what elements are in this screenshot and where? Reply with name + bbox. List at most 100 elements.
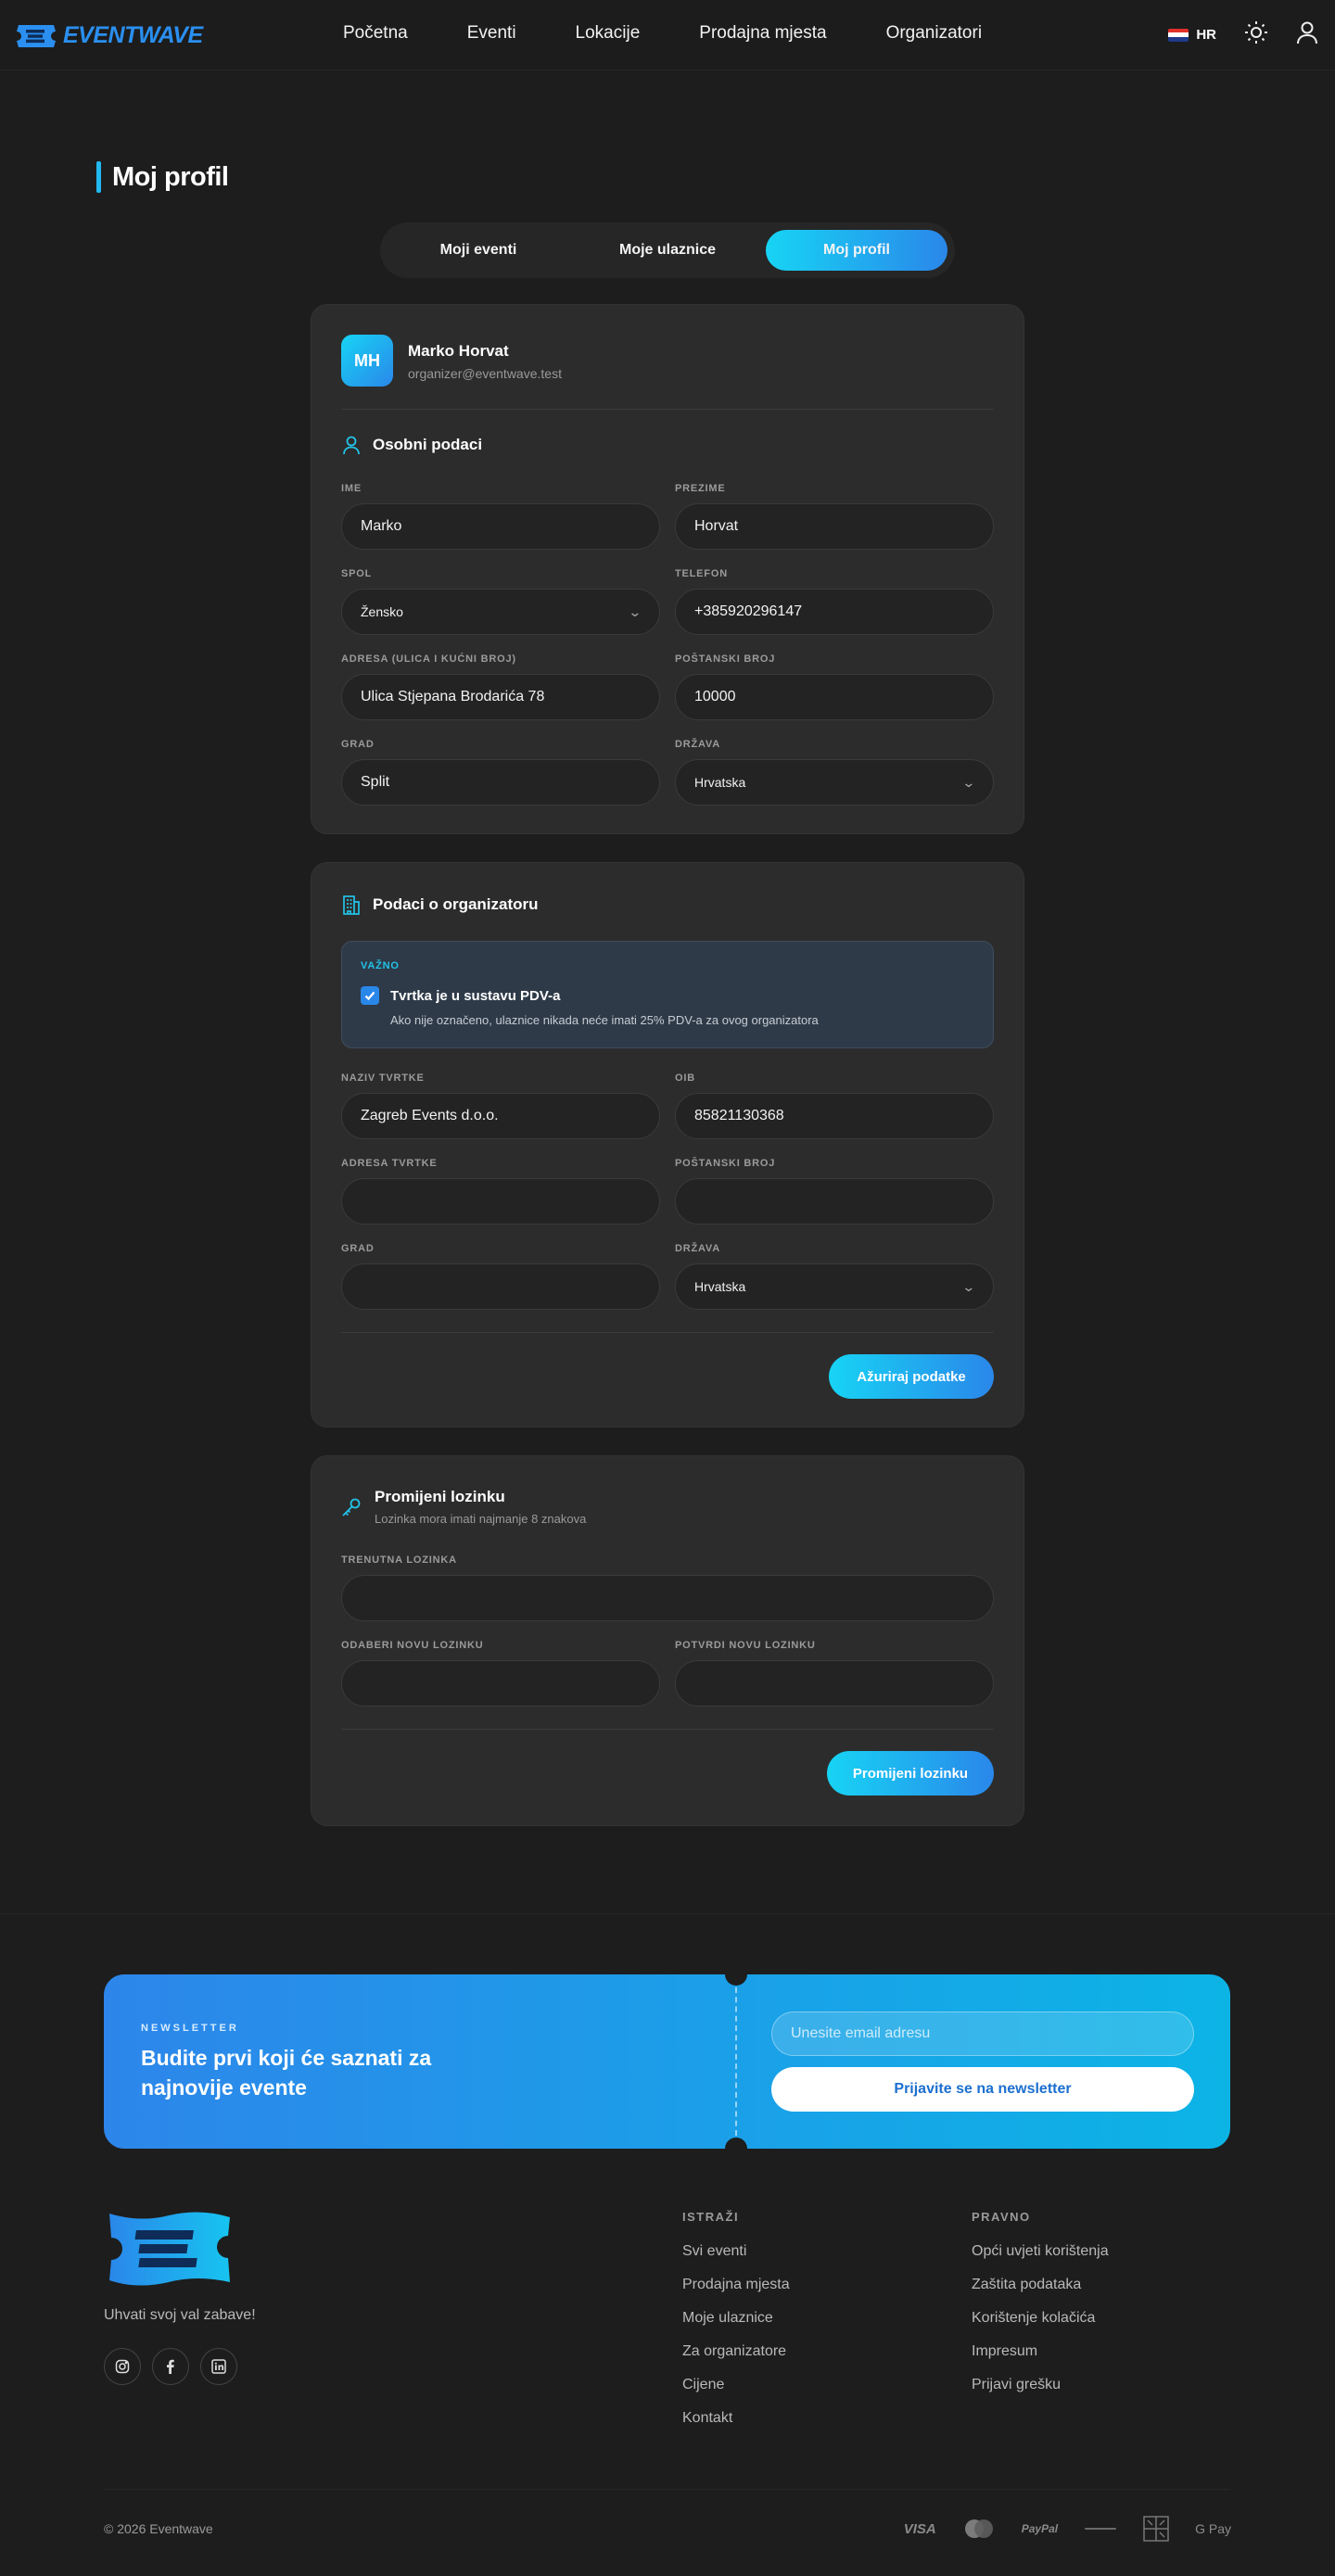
grad-tvrtke-input[interactable] [341,1263,660,1310]
linkedin-icon[interactable] [200,2348,237,2385]
adresa-tvrtke-input[interactable] [341,1178,660,1225]
label-trenutna-lozinka: TRENUTNA LOZINKA [341,1554,457,1566]
label-potvrdi-lozinku: POTVRDI NOVU LOZINKU [675,1640,816,1651]
footer-col-istrazi-title: ISTRAŽI [682,2210,740,2224]
drzava-tvrtke-select[interactable]: Hrvatska ⌄ [675,1263,994,1310]
label-postanski-broj: POŠTANSKI BROJ [675,654,776,665]
spol-value: Žensko [361,604,403,619]
postanski-broj-tvrtke-input[interactable] [675,1178,994,1225]
drzava-value: Hrvatska [694,1279,746,1294]
label-ime: IME [341,483,362,494]
footer-tagline: Uhvati svoj val zabave! [104,2307,256,2323]
footer-logo-icon[interactable] [104,2210,234,2288]
vat-checkbox-label[interactable]: Tvrtka je u sustavu PDV-a [390,988,560,1004]
newsletter-email-input[interactable]: Unesite email adresu [771,2011,1194,2056]
footer-link-impresum[interactable]: Impresum [972,2343,1037,2360]
section-title: Osobni podaci [373,436,483,453]
divider [341,409,994,410]
confirm-password-input[interactable] [675,1660,994,1707]
footer-link-za-organizatore[interactable]: Za organizatore [682,2343,786,2360]
prezime-input[interactable]: Horvat [675,503,994,550]
label-drzava: DRŽAVA [675,1243,720,1254]
footer-link-moje-ulaznice[interactable]: Moje ulaznice [682,2310,773,2327]
tab-moj-profil[interactable]: Moj profil [766,230,947,271]
ticket-perforation [735,1987,737,2136]
current-password-input[interactable] [341,1575,994,1621]
nav-prodajna-mjesta[interactable]: Prodajna mjesta [699,23,826,44]
newsletter-tag: NEWSLETTER [141,2023,239,2034]
profile-name: Marko Horvat [408,342,509,360]
tab-moji-eventi[interactable]: Moji eventi [388,230,569,271]
update-data-button[interactable]: Ažuriraj podatke [829,1354,994,1399]
footer-col-pravno-title: PRAVNO [972,2210,1031,2224]
divider [341,1332,994,1333]
organizer-card: Podaci o organizatoru VAŽNO Tvrtka je u … [311,862,1024,1428]
label-postanski-broj: POŠTANSKI BROJ [675,1158,776,1169]
password-card: Promijeni lozinku Lozinka mora imati naj… [311,1455,1024,1826]
ticket-notch [725,1963,747,1986]
chevron-down-icon: ⌄ [961,1278,976,1294]
footer-link-cijene[interactable]: Cijene [682,2377,724,2393]
facebook-icon[interactable] [152,2348,189,2385]
person-icon [343,436,360,455]
footer-link-zastita-podataka[interactable]: Zaštita podataka [972,2277,1081,2293]
label-oib: OIB [675,1072,695,1084]
nav-pocetna[interactable]: Početna [343,23,408,44]
vat-checkbox[interactable] [361,986,379,1005]
ime-input[interactable]: Marko [341,503,660,550]
user-icon[interactable] [1296,20,1318,49]
adresa-input[interactable]: Ulica Stjepana Brodarića 78 [341,674,660,720]
profile-email: organizer@eventwave.test [408,366,562,381]
postanski-broj-input[interactable]: 10000 [675,674,994,720]
password-title: Promijeni lozinku [375,1488,505,1505]
oib-input[interactable]: 85821130368 [675,1093,994,1139]
ticket-notch [725,2138,747,2160]
visa-icon: VISA [903,2520,936,2537]
drzava-select[interactable]: Hrvatska ⌄ [675,759,994,806]
croatia-flag-icon [1168,28,1189,42]
footer-link-prijavi-gresku[interactable]: Prijavi grešku [972,2377,1061,2393]
footer-bottom-divider [104,2489,1230,2490]
organizer-heading: Podaci o organizatoru [341,895,539,915]
paypal-icon: PayPal [1021,2522,1059,2535]
profile-tabs: Moji eventi Moje ulaznice Moj profil [380,222,955,278]
vat-checkbox-hint: Ako nije označeno, ulaznice nikada neće … [390,1013,819,1027]
label-grad: GRAD [341,739,375,750]
avatar: MH [341,335,393,387]
label-telefon: TELEFON [675,568,728,579]
newsletter-subscribe-button[interactable]: Prijavite se na newsletter [771,2067,1194,2112]
telefon-input[interactable]: +385920296147 [675,589,994,635]
social-links [104,2348,237,2385]
footer-link-prodajna-mjesta[interactable]: Prodajna mjesta [682,2277,790,2293]
sun-icon[interactable] [1244,20,1268,49]
vat-notice: VAŽNO Tvrtka je u sustavu PDV-a Ako nije… [341,941,994,1048]
label-naziv-tvrtke: NAZIV TVRTKE [341,1072,425,1084]
tab-moje-ulaznice[interactable]: Moje ulaznice [577,230,758,271]
personal-data-card: MH Marko Horvat organizer@eventwave.test… [311,304,1024,834]
logo-text: EVENTWAVE [63,22,203,48]
drzava-value: Hrvatska [694,775,746,790]
nav-eventi[interactable]: Eventi [467,23,516,44]
footer-link-kolacici[interactable]: Korištenje kolačića [972,2310,1095,2327]
footer-link-svi-eventi[interactable]: Svi eventi [682,2243,746,2260]
instagram-icon[interactable] [104,2348,141,2385]
logo[interactable]: EVENTWAVE [15,22,203,49]
nav-lokacije[interactable]: Lokacije [576,23,641,44]
change-password-button[interactable]: Promijeni lozinku [827,1751,994,1796]
language-label: HR [1196,27,1216,43]
naziv-tvrtke-input[interactable]: Zagreb Events d.o.o. [341,1093,660,1139]
label-adresa-tvrtke: ADRESA TVRTKE [341,1158,438,1169]
main-nav: Početna Eventi Lokacije Prodajna mjesta … [343,23,982,44]
newsletter-headline: Budite prvi koji će saznati za najnovije… [141,2046,432,2100]
footer-link-kontakt[interactable]: Kontakt [682,2410,732,2427]
language-switcher[interactable]: HR [1168,27,1216,43]
building-icon [343,895,360,915]
label-nova-lozinka: ODABERI NOVU LOZINKU [341,1640,484,1651]
grad-input[interactable]: Split [341,759,660,806]
new-password-input[interactable] [341,1660,660,1707]
footer-link-opci-uvjeti[interactable]: Opći uvjeti korištenja [972,2243,1109,2260]
key-icon [342,1498,361,1516]
label-spol: SPOL [341,568,373,579]
spol-select[interactable]: Žensko ⌄ [341,589,660,635]
nav-organizatori[interactable]: Organizatori [886,23,983,44]
